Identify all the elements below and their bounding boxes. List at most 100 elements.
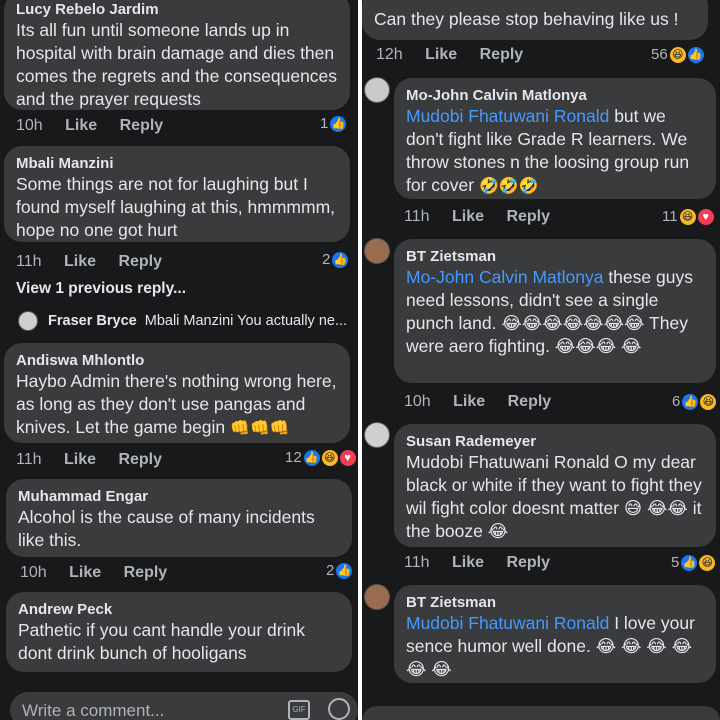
love-reaction-icon: ♥	[339, 449, 356, 466]
gif-icon[interactable]: GIF	[288, 700, 310, 720]
reply-button[interactable]: Reply	[124, 564, 168, 581]
like-reaction-icon: 👍	[330, 115, 347, 132]
comment-author[interactable]: BT Zietsman	[406, 247, 704, 266]
comment-time: 10h	[20, 564, 47, 581]
comment-bubble: Mbali Manzini Some things are not for la…	[4, 146, 350, 242]
comment-text: Mudobi Fhatuwani Ronald I love your senc…	[406, 612, 704, 681]
comment-time: 11h	[404, 554, 430, 571]
reaction-count: 6	[672, 393, 681, 410]
reaction-summary[interactable]: 1 👍	[320, 115, 347, 132]
reaction-count: 2	[322, 251, 331, 268]
view-previous-replies-link[interactable]: View 1 previous reply...	[16, 280, 186, 298]
like-button[interactable]: Like	[452, 208, 484, 225]
left-comment-column: Lucy Rebelo Jardim Its all fun until som…	[0, 0, 358, 720]
reply-button[interactable]: Reply	[506, 554, 550, 571]
comment-text: Alcohol is the cause of many incidents l…	[18, 507, 315, 550]
reply-button[interactable]: Reply	[118, 253, 162, 270]
comment-text: Some things are not for laughing but I f…	[16, 174, 336, 240]
comment-time: 11h	[16, 451, 42, 468]
avatar[interactable]	[364, 422, 390, 448]
comment-meta: 10h Like Reply	[404, 393, 569, 411]
like-reaction-icon: 👍	[303, 449, 320, 466]
comment-text: Mo-John Calvin Matlonya these guys need …	[406, 266, 704, 358]
reaction-summary[interactable]: 2 👍	[326, 562, 353, 579]
comment-meta: 10h Like Reply	[20, 564, 185, 582]
reaction-summary[interactable]: 12 👍 😆 ♥	[285, 449, 356, 466]
comment-time: 10h	[16, 117, 43, 134]
mention-link[interactable]: Mudobi Fhatuwani Ronald	[406, 106, 609, 126]
reply-button[interactable]: Reply	[120, 117, 164, 134]
haha-reaction-icon: 😆	[321, 449, 338, 466]
comment-text: Mudobi Fhatuwani Ronald O my dear black …	[406, 452, 702, 541]
comment-text: Mudobi Fhatuwani Ronald but we don't fig…	[406, 105, 704, 198]
like-button[interactable]: Like	[64, 253, 96, 270]
reaction-count: 12	[285, 449, 302, 466]
reaction-summary[interactable]: 11 😆 ♥	[662, 208, 714, 225]
comment-author[interactable]: Mo-John Calvin Matlonya	[406, 86, 704, 105]
like-button[interactable]: Like	[452, 554, 484, 571]
comment-text: Pathetic if you cant handle your drink d…	[18, 620, 305, 663]
like-button[interactable]: Like	[64, 451, 96, 468]
reaction-count: 11	[662, 208, 678, 225]
reaction-summary[interactable]: 5 👍 😆	[671, 554, 716, 571]
haha-reaction-icon: 😆	[669, 46, 686, 63]
reply-preview[interactable]: Fraser Bryce Mbali Manzini You actually …	[18, 311, 347, 331]
comment-text: Haybo Admin there's nothing wrong here, …	[16, 370, 338, 440]
like-button[interactable]: Like	[453, 393, 485, 410]
reply-preview-author: Fraser Bryce	[48, 312, 137, 329]
comment-bubble: BT Zietsman Mo-John Calvin Matlonya thes…	[394, 239, 716, 383]
avatar[interactable]	[364, 77, 390, 103]
avatar[interactable]	[18, 311, 38, 331]
comment-meta: 12h Like Reply	[376, 46, 541, 64]
comment-input[interactable]: Write a comment...	[22, 701, 164, 720]
comment-text: Its all fun until someone lands up in ho…	[16, 20, 338, 109]
comment-text: Can they please stop behaving like us !	[374, 9, 679, 29]
mention-link[interactable]: Mo-John Calvin Matlonya	[406, 267, 603, 287]
comment-meta: 10h Like Reply	[16, 117, 181, 135]
comment-bubble: Andrew Peck Pathetic if you cant handle …	[6, 592, 352, 672]
reaction-count: 5	[671, 554, 680, 571]
comment-time: 11h	[404, 208, 430, 225]
comment-emoji: 🤣🤣🤣	[478, 178, 539, 195]
reaction-summary[interactable]: 6 👍 😆	[672, 393, 717, 410]
reply-button[interactable]: Reply	[480, 46, 524, 63]
avatar[interactable]	[364, 238, 390, 264]
right-comment-column: Can they please stop behaving like us ! …	[362, 0, 720, 720]
reply-button[interactable]: Reply	[118, 451, 162, 468]
comment-meta: 11h Like Reply	[404, 554, 568, 572]
mention-link[interactable]: Mudobi Fhatuwani Ronald	[406, 613, 609, 633]
haha-reaction-icon: 😆	[699, 554, 716, 571]
comment-composer[interactable]	[362, 706, 720, 720]
reaction-count: 56	[651, 46, 668, 63]
reaction-count: 2	[326, 562, 335, 579]
like-reaction-icon: 👍	[687, 46, 704, 63]
avatar[interactable]	[364, 584, 390, 610]
like-button[interactable]: Like	[425, 46, 457, 63]
comment-time: 12h	[376, 46, 403, 63]
comment-meta: 11h Like Reply	[16, 253, 180, 271]
comment-bubble: Andiswa Mhlontlo Haybo Admin there's not…	[4, 343, 350, 443]
like-reaction-icon: 👍	[682, 393, 699, 410]
comment-bubble: Susan Rademeyer Mudobi Fhatuwani Ronald …	[394, 424, 716, 547]
emoji-icon[interactable]	[328, 698, 350, 720]
haha-reaction-icon: 😆	[700, 393, 717, 410]
reply-preview-text: Mbali Manzini You actually ne...	[144, 312, 348, 329]
comment-author[interactable]: Lucy Rebelo Jardim	[16, 0, 338, 19]
reply-button[interactable]: Reply	[508, 393, 552, 410]
reaction-count: 1	[320, 115, 329, 132]
comment-emoji: 👊👊👊	[230, 420, 290, 437]
reaction-summary[interactable]: 2 👍	[322, 251, 349, 268]
comment-author[interactable]: Andrew Peck	[18, 600, 340, 619]
comment-composer[interactable]: Write a comment... GIF	[10, 692, 358, 720]
comment-author[interactable]: Susan Rademeyer	[406, 432, 704, 451]
comment-author[interactable]: Muhammad Engar	[18, 487, 340, 506]
like-button[interactable]: Like	[69, 564, 101, 581]
reaction-summary[interactable]: 56 😆 👍	[651, 46, 704, 63]
reply-button[interactable]: Reply	[506, 208, 550, 225]
love-reaction-icon: ♥	[697, 208, 714, 225]
comment-author[interactable]: Andiswa Mhlontlo	[16, 351, 338, 370]
like-button[interactable]: Like	[65, 117, 97, 134]
comment-author[interactable]: Mbali Manzini	[16, 154, 338, 173]
comment-author[interactable]: BT Zietsman	[406, 593, 704, 612]
comment-bubble: Can they please stop behaving like us !	[362, 0, 708, 40]
